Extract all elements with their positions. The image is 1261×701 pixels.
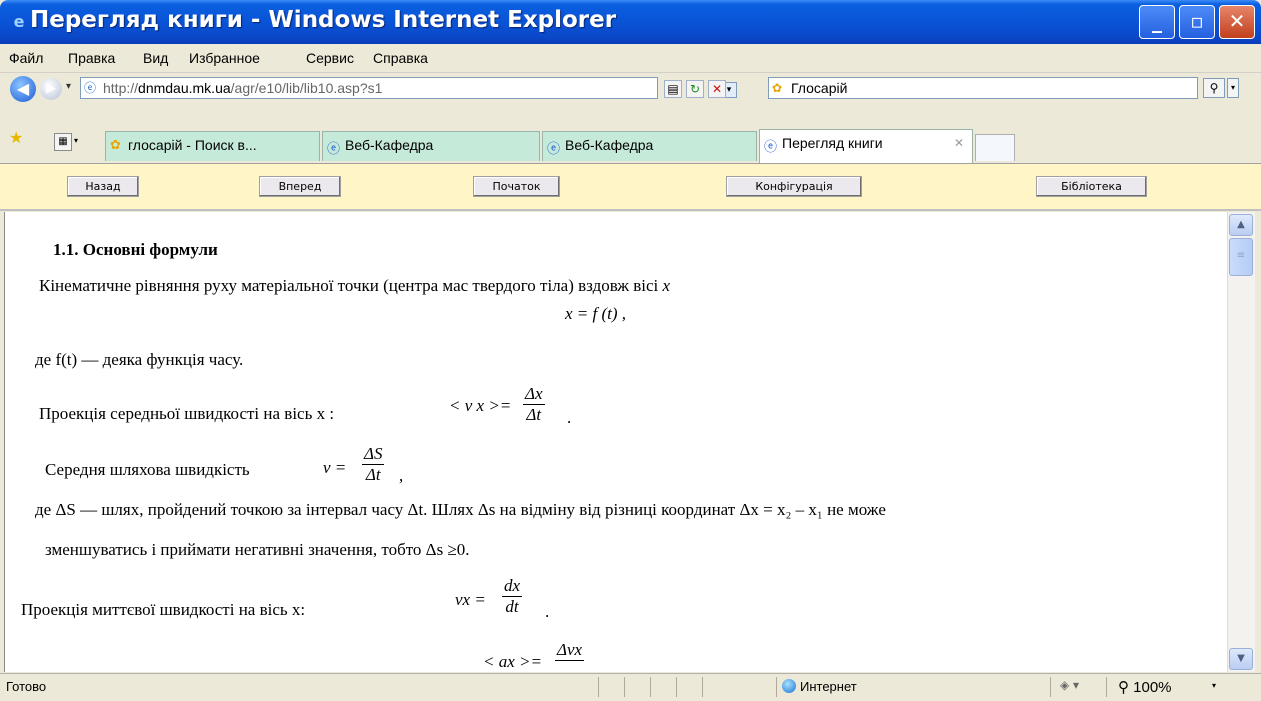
fraction: Δx Δt <box>523 384 545 424</box>
status-divider <box>598 677 599 697</box>
status-divider <box>702 677 703 697</box>
search-go-icon[interactable]: ⚲ <box>1203 78 1225 98</box>
text-line: Проекція миттєвої швидкості на вісь x: <box>21 600 306 619</box>
fraction: ΔS Δt <box>362 444 385 484</box>
title-bar[interactable]: e Перегляд книги - Windows Internet Expl… <box>0 0 1261 44</box>
punctuation: . <box>567 408 572 427</box>
menu-help[interactable]: Справка <box>373 50 428 66</box>
address-url: http://dnmdau.mk.ua/agr/e10/lib/lib10.as… <box>103 80 383 96</box>
address-toolbar: ◀ ▶ ▾ ⓔ http://dnmdau.mk.ua/agr/e10/lib/… <box>0 73 1261 105</box>
vertical-scrollbar[interactable]: ▲ ≡ ▼ <box>1227 212 1255 672</box>
scroll-down-arrow-icon[interactable]: ▼ <box>1229 648 1253 670</box>
status-bar: Готово Интернет ◈ ▾ ⚲ 100% ▾ <box>0 673 1261 701</box>
address-field[interactable]: ⓔ http://dnmdau.mk.ua/agr/e10/lib/lib10.… <box>80 77 737 99</box>
favorites-star-icon[interactable]: ★ <box>9 128 23 147</box>
nav-back-link[interactable]: Назад <box>67 176 139 197</box>
scroll-up-arrow-icon[interactable]: ▲ <box>1229 214 1253 236</box>
close-button[interactable]: ✕ <box>1219 5 1255 39</box>
nav-config-link[interactable]: Конфігурація <box>726 176 862 197</box>
tab-web-kafedra-2[interactable]: ⓔ Веб-Кафедра <box>542 131 757 161</box>
status-divider <box>676 677 677 697</box>
search-provider-icon: ✿ <box>110 138 121 153</box>
text-line: де f(t) — деяка функція часу. <box>35 350 244 369</box>
quick-tabs-icon[interactable]: ▦ <box>54 133 72 151</box>
menu-view[interactable]: Вид <box>143 50 168 66</box>
back-button[interactable]: ◀ <box>10 76 36 102</box>
tab-close-icon[interactable]: ✕ <box>954 136 964 150</box>
stop-icon[interactable]: ✕ <box>708 80 726 98</box>
text-line: Кінематичне рівняння руху матеріальної т… <box>39 276 671 295</box>
page-content: 1.1. Основні формули Кінематичне рівнянн… <box>4 212 1227 672</box>
status-divider <box>650 677 651 697</box>
window-title: Перегляд книги - Windows Internet Explor… <box>30 7 617 33</box>
equation-lhs: < ax >= <box>483 652 542 671</box>
forward-button[interactable]: ▶ <box>40 78 62 100</box>
page-icon: ⓔ <box>84 81 97 95</box>
text-line: де ΔS — шлях, пройдений точкою за інтерв… <box>35 500 886 519</box>
punctuation: , <box>399 466 404 485</box>
compatibility-icon[interactable]: ▤ <box>664 80 682 98</box>
status-divider <box>1050 677 1051 697</box>
search-field[interactable]: ✿ Глосарій <box>768 77 1198 99</box>
tab-label: глосарій - Поиск в... <box>128 137 257 153</box>
text-line: зменшуватись і приймати негативні значен… <box>45 540 470 559</box>
status-divider <box>776 677 777 697</box>
menu-bar: Файл Правка Вид Избранное Сервис Справка <box>0 44 1261 73</box>
punctuation: . <box>545 602 550 621</box>
status-text: Готово <box>6 679 47 694</box>
ie-page-icon: ⓔ <box>764 140 778 155</box>
tab-list-dropdown-icon[interactable]: ▾ <box>74 136 78 145</box>
tab-search[interactable]: ✿ глосарій - Поиск в... <box>105 131 320 161</box>
ie-page-icon: ⓔ <box>327 142 341 157</box>
status-divider <box>1106 677 1107 697</box>
ie-logo-icon: e <box>13 12 25 31</box>
equation-lhs: νx = <box>455 590 486 609</box>
menu-tools[interactable]: Сервис <box>306 50 354 66</box>
section-heading: 1.1. Основні формули <box>53 240 218 259</box>
maximize-button[interactable]: ▫ <box>1179 5 1215 39</box>
nav-forward-link[interactable]: Вперед <box>259 176 341 197</box>
text-line: Середня шляхова швидкість <box>45 460 250 479</box>
search-options-dropdown-icon[interactable]: ▾ <box>1227 78 1239 98</box>
protected-mode-icon[interactable]: ◈ ▾ <box>1060 678 1079 692</box>
equation-lhs: ν = <box>323 458 347 477</box>
fraction: dx dt <box>502 576 523 616</box>
nav-library-link[interactable]: Бібліотека <box>1036 176 1147 197</box>
menu-edit[interactable]: Правка <box>68 50 115 66</box>
search-provider-icon: ✿ <box>772 81 783 95</box>
refresh-icon[interactable]: ↻ <box>686 80 704 98</box>
new-tab-button[interactable] <box>975 134 1015 161</box>
menu-favorites[interactable]: Избранное <box>189 50 260 66</box>
text-line: Проекція середньої швидкості на вісь x : <box>39 404 335 423</box>
search-value: Глосарій <box>791 80 848 96</box>
menu-file[interactable]: Файл <box>9 50 43 66</box>
status-divider <box>624 677 625 697</box>
tab-book-view[interactable]: ⓔ Перегляд книги ✕ <box>759 129 973 163</box>
fraction: Δνx <box>555 640 585 661</box>
tab-label: Веб-Кафедра <box>345 137 434 153</box>
tab-web-kafedra-1[interactable]: ⓔ Веб-Кафедра <box>322 131 540 161</box>
tab-label: Веб-Кафедра <box>565 137 654 153</box>
tab-label: Перегляд книги <box>782 135 883 151</box>
zoom-dropdown-icon[interactable]: ▾ <box>1212 681 1216 690</box>
zoom-level[interactable]: ⚲ 100% <box>1118 678 1172 696</box>
equation-lhs: < ν x >= <box>449 396 512 415</box>
history-dropdown-icon[interactable]: ▾ <box>66 81 71 92</box>
internet-zone-icon <box>782 679 796 693</box>
security-zone: Интернет <box>800 679 857 694</box>
nav-start-link[interactable]: Початок <box>473 176 560 197</box>
minimize-button[interactable]: _ <box>1139 5 1175 39</box>
ie-page-icon: ⓔ <box>547 142 561 157</box>
equation: x = f (t) , <box>565 304 627 323</box>
scroll-thumb[interactable]: ≡ <box>1229 238 1253 276</box>
